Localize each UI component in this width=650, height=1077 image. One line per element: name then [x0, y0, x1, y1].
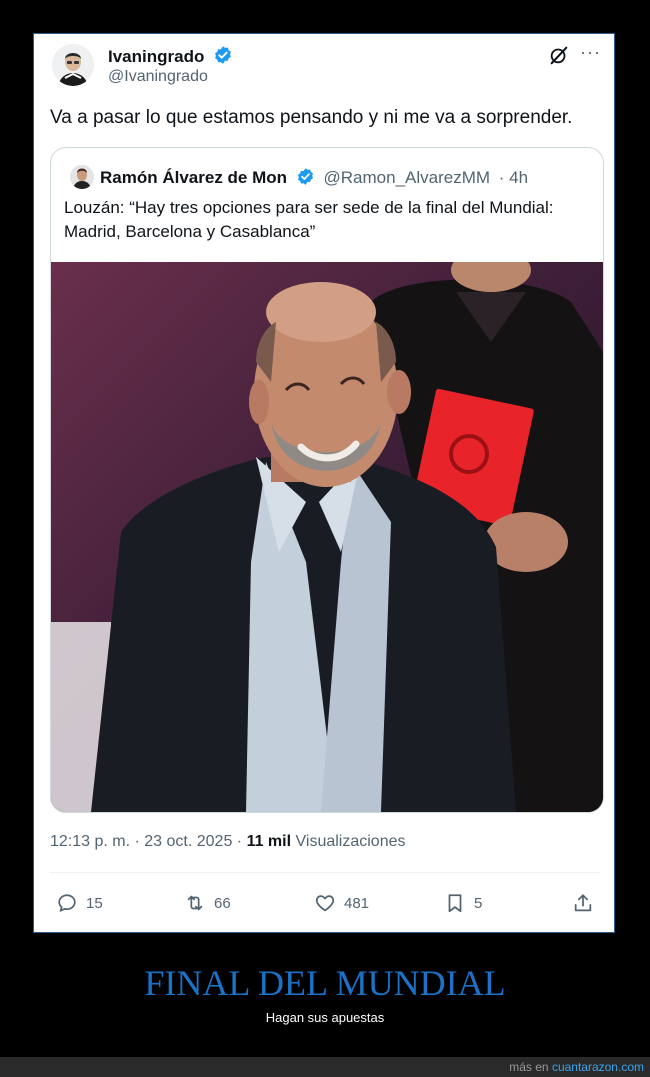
- reply-count: 15: [86, 894, 103, 912]
- divider: [50, 872, 600, 873]
- quoted-tweet[interactable]: Ramón Álvarez de Mon @Ramon_AlvarezMM · …: [50, 147, 604, 813]
- author-handle[interactable]: @Ivaningrado: [108, 68, 208, 86]
- quote-author-name[interactable]: Ramón Álvarez de Mon: [100, 168, 287, 187]
- footer-credit: más en cuantarazon.com: [509, 1060, 644, 1074]
- share-icon: [574, 894, 592, 912]
- quote-verified-badge-icon: [297, 168, 313, 185]
- quote-author-handle[interactable]: @Ramon_AlvarezMM: [324, 168, 491, 187]
- bookmark-icon: [448, 894, 462, 913]
- author-avatar[interactable]: [52, 44, 94, 86]
- views-count: 11 mil: [246, 833, 292, 850]
- like-button[interactable]: 481: [314, 892, 369, 914]
- quote-time: · 4h: [498, 168, 529, 187]
- quote-photo[interactable]: [51, 262, 603, 812]
- reply-button[interactable]: 15: [56, 892, 103, 914]
- quote-header: Ramón Álvarez de Mon @Ramon_AlvarezMM · …: [100, 167, 528, 188]
- like-count: 481: [344, 894, 370, 912]
- more-icon[interactable]: ···: [580, 42, 601, 63]
- footer-site-link[interactable]: cuantarazon.com: [552, 1060, 644, 1074]
- author-name-text[interactable]: Ivaningrado: [108, 47, 204, 66]
- tweet-text: Va a pasar lo que estamos pensando y ni …: [50, 107, 573, 128]
- quote-author-avatar[interactable]: [70, 165, 94, 189]
- grok-icon[interactable]: [548, 44, 570, 66]
- footer-prefix: más en: [509, 1060, 549, 1074]
- heart-icon: [315, 895, 335, 912]
- banner-title: FINAL DEL MUNDIAL: [144, 963, 506, 1003]
- retweet-icon: [187, 895, 203, 911]
- tweet-card: Ivaningrado @Ivaningrado ··· Va a pasar …: [33, 33, 615, 933]
- retweet-count: 66: [214, 894, 231, 912]
- bookmark-count: 5: [474, 894, 483, 912]
- bookmark-button[interactable]: 5: [444, 892, 482, 914]
- share-button[interactable]: [572, 892, 602, 914]
- reply-icon: [58, 894, 76, 912]
- retweet-button[interactable]: 66: [184, 892, 231, 914]
- verified-badge-icon: [215, 46, 232, 64]
- tweet-timestamp[interactable]: 12:13 p. m. · 23 oct. 2025 ·: [50, 833, 242, 850]
- footer-bar: más en cuantarazon.com: [0, 1057, 650, 1077]
- quote-text: Louzán: “Hay tres opciones para ser sede…: [64, 198, 554, 241]
- author-name[interactable]: Ivaningrado: [108, 45, 233, 67]
- tweet-meta: 12:13 p. m. · 23 oct. 2025 · 11 mil Visu…: [50, 833, 406, 851]
- views-label: Visualizaciones: [295, 833, 406, 850]
- banner-subtitle: Hagan sus apuestas: [265, 1010, 385, 1025]
